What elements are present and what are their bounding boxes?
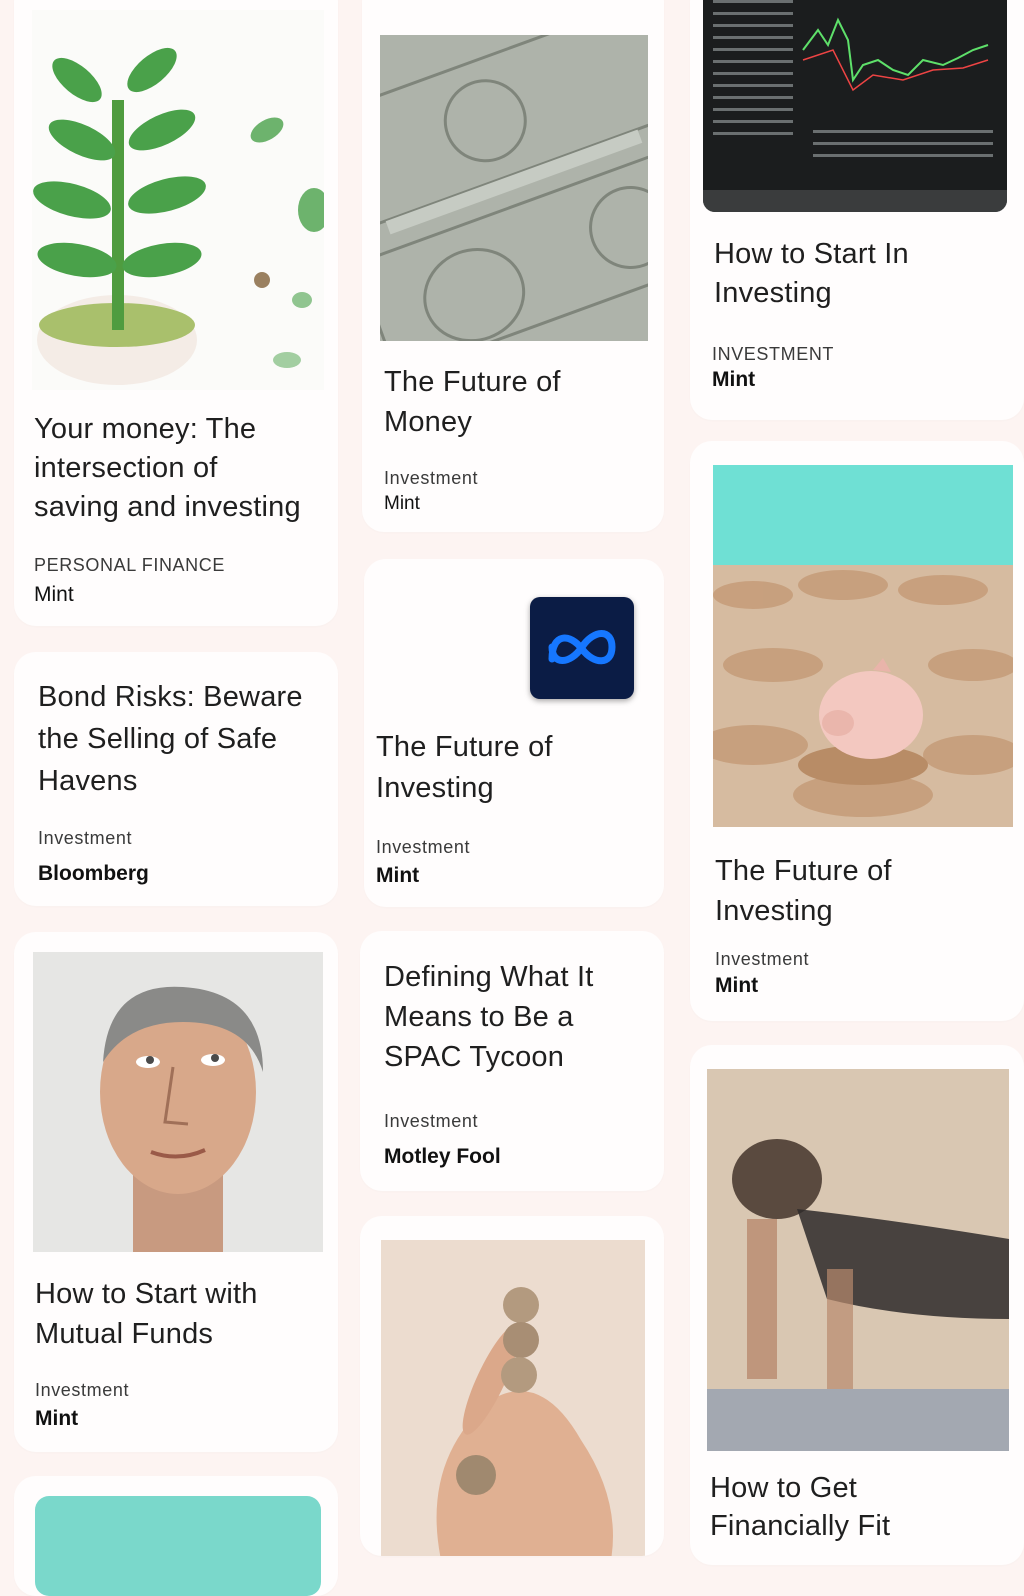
article-title: How to Start In Investing xyxy=(714,238,909,309)
meta-logo-icon xyxy=(530,597,634,699)
article-title: Bond Risks: Beware the Selling of Safe Hav… xyxy=(38,681,303,797)
article-card[interactable] xyxy=(360,1216,664,1556)
article-category: PERSONAL FINANCE xyxy=(34,555,225,575)
article-title: How to Get Financially Fit xyxy=(710,1472,891,1542)
article-title: The Future of Investing xyxy=(715,855,892,927)
article-category: Investment xyxy=(715,949,810,969)
workout-image xyxy=(707,1069,1009,1451)
article-card[interactable]: The Future of Investing Investment Mint xyxy=(690,441,1024,1021)
article-card[interactable] xyxy=(14,1476,338,1596)
article-title: Your money: The intersection of saving and… xyxy=(34,413,301,523)
article-category: Investment xyxy=(35,1380,130,1400)
article-card[interactable]: Bond Risks: Beware the Selling of Safe Hav… xyxy=(14,652,338,906)
hand-coins-image xyxy=(381,1240,645,1556)
article-source: Mint xyxy=(715,974,759,997)
article-category: Investment xyxy=(38,828,133,848)
article-source: Bloomberg xyxy=(38,862,149,885)
article-source: Mint xyxy=(34,583,74,606)
article-category: INVESTMENT xyxy=(712,344,835,364)
article-source: Mint xyxy=(384,493,420,514)
article-card[interactable]: How to Start In Investing INVESTMENT Mint xyxy=(690,0,1024,420)
article-title: The Future of Investing xyxy=(376,731,553,804)
article-category: Investment xyxy=(384,468,479,488)
dollar-bills-image xyxy=(380,35,648,341)
article-category: Investment xyxy=(384,1111,479,1131)
article-source: Mint xyxy=(35,1407,79,1430)
article-card[interactable]: Your money: The intersection of saving and… xyxy=(14,0,338,626)
man-looking-up-image xyxy=(33,952,323,1252)
succulent-plant-image xyxy=(32,10,324,390)
article-category: Investment xyxy=(376,837,471,857)
article-source: Mint xyxy=(376,864,420,887)
article-source: Mint xyxy=(712,368,756,391)
piggy-bank-coins-image xyxy=(713,465,1013,827)
article-card[interactable]: How to Start with Mutual Funds Investment… xyxy=(14,932,338,1452)
article-title: How to Start with Mutual Funds xyxy=(35,1278,258,1350)
teal-image xyxy=(35,1496,321,1596)
article-card[interactable]: How to Get Financially Fit xyxy=(690,1045,1024,1565)
stock-chart-monitor-image xyxy=(703,0,1007,212)
article-card[interactable]: The Future of Investing Investment Mint xyxy=(364,559,664,907)
article-card[interactable]: The Future of Money Investment Mint xyxy=(362,0,664,532)
article-title: Defining What It Means to Be a SPAC Tycoon xyxy=(384,961,594,1073)
article-card[interactable]: Defining What It Means to Be a SPAC Tycoon… xyxy=(360,931,664,1191)
article-source: Motley Fool xyxy=(384,1145,501,1168)
article-title: The Future of Money xyxy=(384,366,561,438)
